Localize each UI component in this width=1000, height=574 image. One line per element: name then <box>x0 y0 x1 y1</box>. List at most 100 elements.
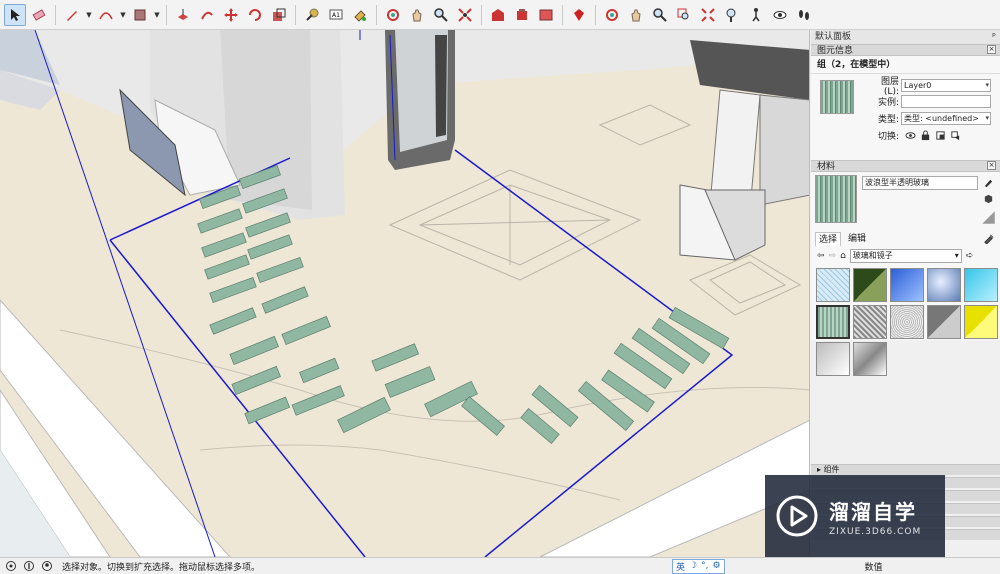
lookaround-icon[interactable] <box>769 4 791 26</box>
scale-icon[interactable] <box>268 4 290 26</box>
pencil-icon[interactable] <box>61 4 83 26</box>
position-camera-icon[interactable] <box>721 4 743 26</box>
current-material-preview[interactable] <box>815 175 857 223</box>
rotate-icon[interactable] <box>244 4 266 26</box>
toolbar-separator <box>595 4 596 25</box>
toolbar-separator <box>562 4 563 25</box>
zoomwindow-icon[interactable] <box>673 4 695 26</box>
watermark: 溜溜自学 ZIXUE.3D66.COM <box>765 475 945 557</box>
eyedropper-icon[interactable] <box>983 233 994 244</box>
swatch-glass-sky[interactable] <box>927 268 961 302</box>
pushpull-icon[interactable] <box>172 4 194 26</box>
select-icon[interactable] <box>4 3 26 26</box>
swatch-glass-pattern[interactable] <box>853 305 887 339</box>
move-icon[interactable] <box>220 4 242 26</box>
layer-value: Layer0 <box>904 80 932 90</box>
orbit-icon[interactable] <box>382 4 404 26</box>
tape-icon[interactable] <box>301 4 323 26</box>
swatch-glass-green[interactable] <box>853 268 887 302</box>
entity-title: 组（2，在模型中） <box>811 56 1000 74</box>
chevron-down-icon: ▾ <box>985 80 989 89</box>
chevron-down-icon[interactable]: ▼ <box>85 4 93 26</box>
user-icon[interactable] <box>40 559 54 573</box>
measurements-label: 数值 <box>864 562 883 573</box>
text-icon[interactable]: A1 <box>325 4 347 26</box>
status-message: 选择对象。切换到扩充选择。拖动鼠标选择多项。 <box>62 562 261 573</box>
play-logo-icon <box>776 495 818 537</box>
entity-info-body: 图层(L): Layer0 ▾ 实例: 类型: 类型: <undefined> ▾ … <box>811 74 1000 160</box>
svg-text:A1: A1 <box>332 12 340 19</box>
walk-icon[interactable] <box>745 4 767 26</box>
zoom-extents-icon[interactable] <box>454 4 476 26</box>
type-select[interactable]: 类型: <undefined> ▾ <box>901 111 991 125</box>
geo-location-icon[interactable] <box>4 559 18 573</box>
library-select[interactable]: 玻璃和镜子 ▾ <box>849 249 962 263</box>
cast-shadow-icon[interactable] <box>950 130 961 141</box>
receive-shadow-icon[interactable] <box>935 130 946 141</box>
instance-input[interactable] <box>901 94 991 108</box>
swatch-mirror-2[interactable] <box>853 342 887 376</box>
display-secondary-icon[interactable] <box>981 210 996 225</box>
toolbar-separator <box>166 4 167 25</box>
layer-select[interactable]: Layer0 ▾ <box>901 78 991 92</box>
pan2-icon[interactable] <box>625 4 647 26</box>
extension-icon[interactable] <box>511 4 533 26</box>
shape-icon[interactable] <box>129 4 151 26</box>
materials-header-label: 材料 <box>817 162 836 172</box>
orbit2-icon[interactable] <box>601 4 623 26</box>
arc-icon[interactable] <box>95 4 117 26</box>
tab-select[interactable]: 选择 <box>815 232 842 246</box>
visibility-icon[interactable] <box>905 130 916 141</box>
tray-title: 默认面板 ᵖ <box>811 30 1000 44</box>
status-bar: 选择对象。切换到扩充选择。拖动鼠标选择多项。 英 ☽ °, ⚙ 数值 <box>0 557 1000 574</box>
details-icon[interactable]: ➪ <box>966 251 974 261</box>
components-header[interactable]: ▸ 组件 <box>811 464 1000 475</box>
swatch-glass-cyan[interactable] <box>964 268 998 302</box>
chevron-down-icon[interactable]: ▼ <box>119 4 127 26</box>
eraser-icon[interactable] <box>28 4 50 26</box>
swatch-mirror-1[interactable] <box>816 342 850 376</box>
paint-icon[interactable] <box>349 4 371 26</box>
ruby-icon[interactable] <box>568 4 590 26</box>
footprints-icon[interactable] <box>793 4 815 26</box>
zoom-icon[interactable] <box>430 4 452 26</box>
material-thumbnail[interactable] <box>820 80 854 114</box>
credits-icon[interactable] <box>22 559 36 573</box>
zoom2-icon[interactable] <box>649 4 671 26</box>
share-icon[interactable] <box>535 4 557 26</box>
toolbar-separator <box>295 4 296 25</box>
lock-icon[interactable] <box>920 129 931 141</box>
swatch-glass-grid[interactable] <box>816 268 850 302</box>
swatch-wavy-glass[interactable] <box>816 305 850 339</box>
swatch-glass-grey[interactable] <box>927 305 961 339</box>
moon-icon: ☽ <box>689 561 698 571</box>
pan-icon[interactable] <box>406 4 428 26</box>
material-name-input[interactable]: 波浪型半透明玻璃 <box>862 176 978 190</box>
ime-indicator[interactable]: 英 ☽ °, ⚙ <box>672 558 725 574</box>
materials-header[interactable]: 材料 × <box>811 160 1000 172</box>
forward-icon[interactable]: ⇨ <box>829 251 837 261</box>
model-viewport[interactable] <box>0 30 810 557</box>
sample-paint-icon[interactable] <box>983 177 994 188</box>
entity-info-header[interactable]: 图元信息 × <box>811 44 1000 56</box>
pin-icon[interactable]: ᵖ <box>992 30 996 44</box>
components-header-label: 组件 <box>823 465 840 474</box>
close-icon[interactable]: × <box>987 161 996 170</box>
swatch-glass-yellow[interactable] <box>964 305 998 339</box>
swatch-glass-blue[interactable] <box>890 268 924 302</box>
watermark-main: 溜溜自学 <box>829 499 917 524</box>
create-material-icon[interactable] <box>983 193 994 204</box>
zoomextents2-icon[interactable] <box>697 4 719 26</box>
materials-tabs: 选择 编辑 <box>811 232 1000 246</box>
followme-icon[interactable] <box>196 4 218 26</box>
warehouse-icon[interactable] <box>487 4 509 26</box>
swatch-glass-frosted[interactable] <box>890 305 924 339</box>
toolbar-separator <box>481 4 482 25</box>
toggle-label: 切换: <box>877 131 899 142</box>
home-icon[interactable]: ⌂ <box>840 251 846 261</box>
close-icon[interactable]: × <box>987 45 996 54</box>
tab-edit[interactable]: 编辑 <box>845 232 869 246</box>
library-row: ⇦ ⇨ ⌂ 玻璃和镜子 ▾ ➪ <box>811 248 1000 264</box>
chevron-down-icon[interactable]: ▼ <box>153 4 161 26</box>
back-icon[interactable]: ⇦ <box>817 251 825 261</box>
